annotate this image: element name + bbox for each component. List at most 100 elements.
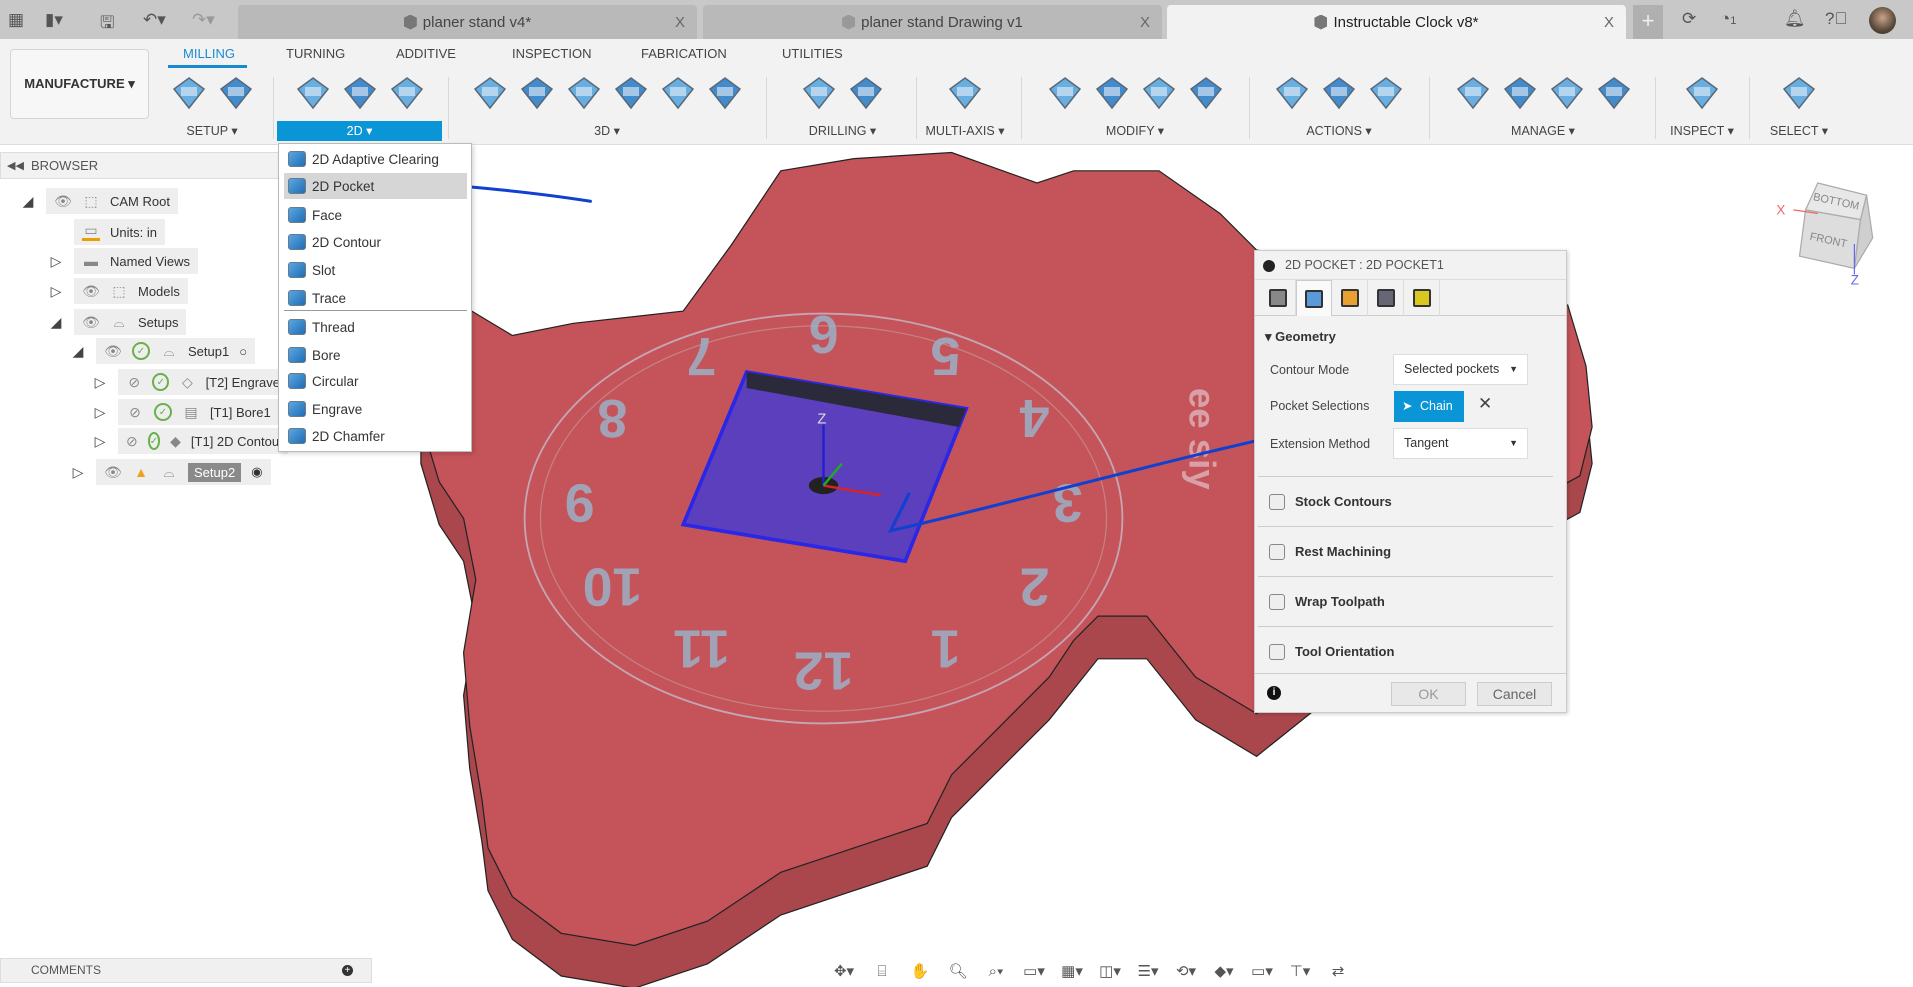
- notification-bell-icon[interactable]: 🔔︎: [1784, 9, 1806, 29]
- browser-row-content[interactable]: 👁︎ ⬚ Models: [74, 278, 188, 304]
- group-label[interactable]: SELECT ▾: [1753, 121, 1845, 141]
- close-tab-icon[interactable]: X: [1140, 14, 1150, 31]
- wrap-toolpath-checkbox[interactable]: [1269, 594, 1285, 610]
- doc-tab-planer-drawing[interactable]: planer stand Drawing v1 X: [703, 5, 1162, 39]
- undo-icon[interactable]: ↶▾: [143, 10, 166, 30]
- browser-row[interactable]: ▷ ▬ Named Views: [0, 248, 198, 274]
- group-label[interactable]: MULTI-AXIS ▾: [920, 121, 1010, 141]
- 3d-flow-icon[interactable]: [613, 75, 649, 111]
- browser-row-content[interactable]: 👁︎ ▲ ⌓ Setup2 ◉: [96, 459, 271, 485]
- simulate-icon[interactable]: [1274, 75, 1310, 111]
- workspace-switcher[interactable]: MANUFACTURE ▾: [10, 49, 149, 119]
- menu-item-2d-pocket[interactable]: 2D Pocket: [284, 173, 467, 199]
- tool-tab-icon[interactable]: [1260, 280, 1296, 316]
- cancel-button[interactable]: Cancel: [1477, 682, 1552, 706]
- menu-item-trace[interactable]: Trace: [284, 285, 467, 311]
- group-label[interactable]: SETUP ▾: [162, 121, 262, 141]
- eye-icon[interactable]: 👁︎: [104, 342, 122, 360]
- machine-display-icon[interactable]: ▭▾: [1246, 960, 1278, 982]
- activate-setup-icon[interactable]: ○: [239, 344, 247, 359]
- eye-hidden-icon[interactable]: ⊘: [126, 403, 144, 421]
- sync-icon[interactable]: ⟳: [1682, 9, 1696, 29]
- expand-icon[interactable]: ▷: [48, 253, 64, 270]
- browser-row[interactable]: ▷ 👁︎ ⬚ Models: [0, 278, 188, 304]
- menu-item-bore[interactable]: Bore: [284, 342, 467, 368]
- apps-grid-icon[interactable]: ▦: [8, 10, 24, 30]
- collapse-icon[interactable]: ◢: [70, 343, 86, 360]
- group-label[interactable]: MANAGE ▾: [1433, 121, 1653, 141]
- heights-tab-icon[interactable]: [1332, 280, 1368, 316]
- eye-icon[interactable]: 👁︎: [82, 313, 100, 331]
- expand-icon[interactable]: ▷: [48, 283, 64, 300]
- 3d-adaptive-icon[interactable]: [472, 75, 508, 111]
- group-label[interactable]: 2D ▾: [277, 121, 442, 141]
- job-status-icon[interactable]: ◔1: [1720, 9, 1736, 29]
- template-library-icon[interactable]: [1596, 75, 1632, 111]
- tab-additive[interactable]: ADDITIVE: [396, 46, 456, 61]
- browser-row-content[interactable]: 👁︎ ✓ ⌓ Setup1 ○: [96, 338, 256, 364]
- 3d-steep-shallow-icon[interactable]: [566, 75, 602, 111]
- doc-tab-instructable-clock[interactable]: Instructable Clock v8* X: [1167, 5, 1626, 39]
- save-icon[interactable]: 🖫: [100, 10, 114, 39]
- tool-library-icon[interactable]: [1455, 75, 1491, 111]
- rest-machining-checkbox[interactable]: [1269, 544, 1285, 560]
- tab-turning[interactable]: TURNING: [286, 46, 345, 61]
- add-comment-icon[interactable]: +: [342, 965, 353, 976]
- post-library-icon[interactable]: [1549, 75, 1585, 111]
- collapse-icon[interactable]: ◢: [20, 193, 36, 210]
- browser-row[interactable]: ▷ 👁︎ ▲ ⌓ Setup2 ◉: [0, 459, 271, 485]
- collapse-icon[interactable]: ◢: [48, 314, 64, 331]
- group-label[interactable]: DRILLING ▾: [770, 121, 915, 141]
- group-label[interactable]: ACTIONS ▾: [1253, 121, 1425, 141]
- minimize-dialog-icon[interactable]: [1263, 260, 1275, 272]
- passes-tab-icon[interactable]: [1368, 280, 1404, 316]
- browser-row-content[interactable]: ⊘ ✓ ◇ [T2] Engrave: [118, 369, 288, 395]
- menu-item-circular[interactable]: Circular: [284, 368, 467, 394]
- eye-icon[interactable]: 👁︎: [82, 282, 100, 300]
- info-icon[interactable]: i: [1267, 686, 1281, 700]
- move-tool-icon[interactable]: [1141, 75, 1177, 111]
- linking-tab-icon[interactable]: [1404, 280, 1440, 316]
- edit-points-icon[interactable]: [1188, 75, 1224, 111]
- comments-panel[interactable]: COMMENTS +: [0, 958, 372, 983]
- pan-icon[interactable]: ✋: [904, 960, 936, 982]
- tab-milling[interactable]: MILLING: [183, 46, 235, 61]
- redo-icon[interactable]: ↷▾: [192, 10, 215, 30]
- geometry-section-header[interactable]: ▾ Geometry: [1265, 329, 1336, 345]
- trim-icon[interactable]: [1047, 75, 1083, 111]
- multi-axis-icon[interactable]: [947, 75, 983, 111]
- menu-item-engrave[interactable]: Engrave: [284, 396, 467, 422]
- browser-row[interactable]: ▷ ⊘ ✓ ◆ [T1] 2D Contour: [0, 428, 288, 454]
- new-tab-plus-icon[interactable]: +: [1633, 5, 1663, 39]
- nc-program-icon[interactable]: [218, 75, 254, 111]
- browser-row-content[interactable]: 👁︎ ⌓ Setups: [74, 309, 187, 335]
- simulation-icon[interactable]: ⇄: [1322, 960, 1354, 982]
- close-tab-icon[interactable]: X: [675, 14, 685, 31]
- setup-folder-icon[interactable]: [171, 75, 207, 111]
- zoom-icon[interactable]: 🔍︎: [942, 960, 974, 982]
- browser-row[interactable]: ◢ 👁︎ ⬚ CAM Root: [0, 188, 178, 214]
- user-avatar[interactable]: [1869, 7, 1896, 34]
- browser-row-content[interactable]: ⊘ ✓ ▤ [T1] Bore1: [118, 399, 288, 425]
- menu-item-2d-adaptive-clearing[interactable]: 2D Adaptive Clearing: [284, 146, 467, 172]
- 2d-adaptive-icon[interactable]: [295, 75, 331, 111]
- doc-tab-planer-stand[interactable]: planer stand v4* X: [238, 5, 697, 39]
- hole-recognition-icon[interactable]: [848, 75, 884, 111]
- 2d-contour-icon[interactable]: [389, 75, 425, 111]
- fit-icon[interactable]: ⌕▾: [980, 960, 1012, 982]
- group-label[interactable]: 3D ▾: [452, 121, 762, 141]
- viewcube[interactable]: BOTTOM FRONT X Z: [1776, 182, 1874, 287]
- menu-item-slot[interactable]: Slot: [284, 257, 467, 283]
- delete-toolpath-icon[interactable]: [1094, 75, 1130, 111]
- window-select-icon[interactable]: [1781, 75, 1817, 111]
- eye-icon[interactable]: 👁︎: [54, 192, 72, 210]
- geometry-tab-icon[interactable]: [1296, 280, 1332, 316]
- 3d-scallop-icon[interactable]: [660, 75, 696, 111]
- tool-orientation-checkbox[interactable]: [1269, 644, 1285, 660]
- grid-icon[interactable]: ▦▾: [1056, 960, 1088, 982]
- setup-sheet-icon[interactable]: [1368, 75, 1404, 111]
- display-settings-icon[interactable]: ▭▾: [1018, 960, 1050, 982]
- orbit-icon[interactable]: ✥▾: [828, 960, 860, 982]
- activate-setup-icon[interactable]: ◉: [251, 464, 262, 480]
- tool-display-icon[interactable]: ⊤▾: [1284, 960, 1316, 982]
